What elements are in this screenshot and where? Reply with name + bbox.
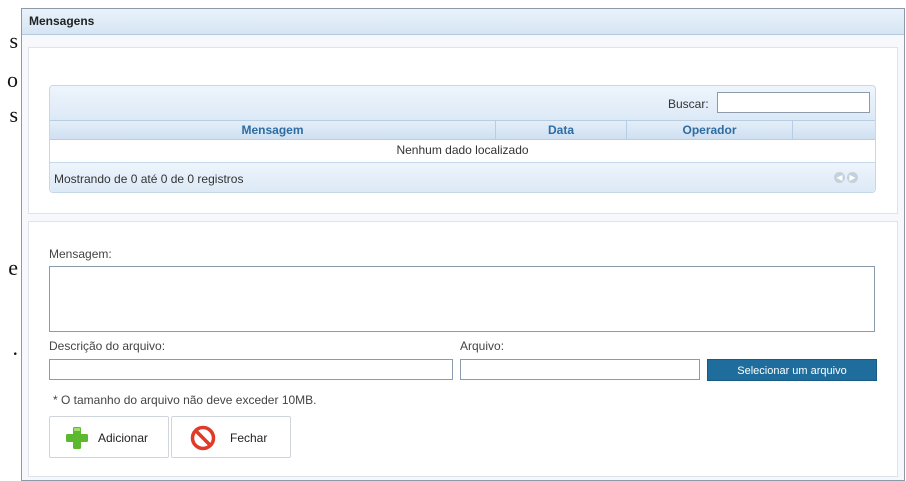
background-text-letter: s — [9, 28, 18, 53]
file-description-input[interactable] — [49, 359, 453, 380]
next-page-icon[interactable]: ▶ — [847, 172, 858, 183]
file-description-label: Descrição do arquivo: — [49, 339, 166, 353]
background-text-letter: e — [8, 255, 18, 280]
close-button[interactable]: Fechar — [171, 416, 291, 458]
file-path-input[interactable] — [460, 359, 700, 380]
file-size-note: * O tamanho do arquivo não deve exceder … — [53, 393, 317, 407]
messages-dialog: Mensagens Buscar: Mensagem Data Operador… — [21, 8, 905, 481]
plus-icon — [66, 427, 88, 449]
message-label: Mensagem: — [49, 247, 112, 261]
prohibited-icon — [190, 425, 216, 451]
message-textarea[interactable] — [49, 266, 875, 332]
file-label: Arquivo: — [460, 339, 505, 353]
messages-list-panel: Buscar: Mensagem Data Operador Nenhum da… — [28, 47, 898, 214]
table-header: Mensagem Data Operador — [50, 120, 875, 140]
table-empty-row: Nenhum dado localizado — [396, 143, 529, 157]
search-label: Buscar: — [668, 97, 709, 111]
add-button-label: Adicionar — [98, 431, 149, 445]
column-header-mensagem[interactable]: Mensagem — [50, 121, 496, 139]
background-text-letter: s — [9, 102, 18, 127]
add-button[interactable]: Adicionar — [49, 416, 169, 458]
column-header-operador[interactable]: Operador — [627, 121, 793, 139]
table-info: Mostrando de 0 até 0 de 0 registros — [54, 172, 244, 186]
select-file-button[interactable]: Selecionar um arquivo — [707, 359, 877, 381]
background-text-letter: . — [12, 335, 19, 360]
close-button-label: Fechar — [230, 431, 268, 445]
dialog-title: Mensagens — [29, 14, 95, 28]
table-toolbar: Buscar: — [50, 86, 875, 120]
column-header-actions — [793, 121, 875, 139]
column-header-data[interactable]: Data — [496, 121, 627, 139]
table-footer: Mostrando de 0 até 0 de 0 registros ◀ ▶ — [50, 162, 875, 192]
prev-page-icon[interactable]: ◀ — [834, 172, 845, 183]
background-text-letter: o — [7, 67, 18, 92]
new-message-form: Mensagem: Descrição do arquivo: Arquivo:… — [28, 221, 898, 477]
messages-table: Buscar: Mensagem Data Operador Nenhum da… — [49, 85, 876, 193]
search-input[interactable] — [717, 92, 870, 113]
dialog-titlebar[interactable]: Mensagens — [22, 9, 904, 35]
